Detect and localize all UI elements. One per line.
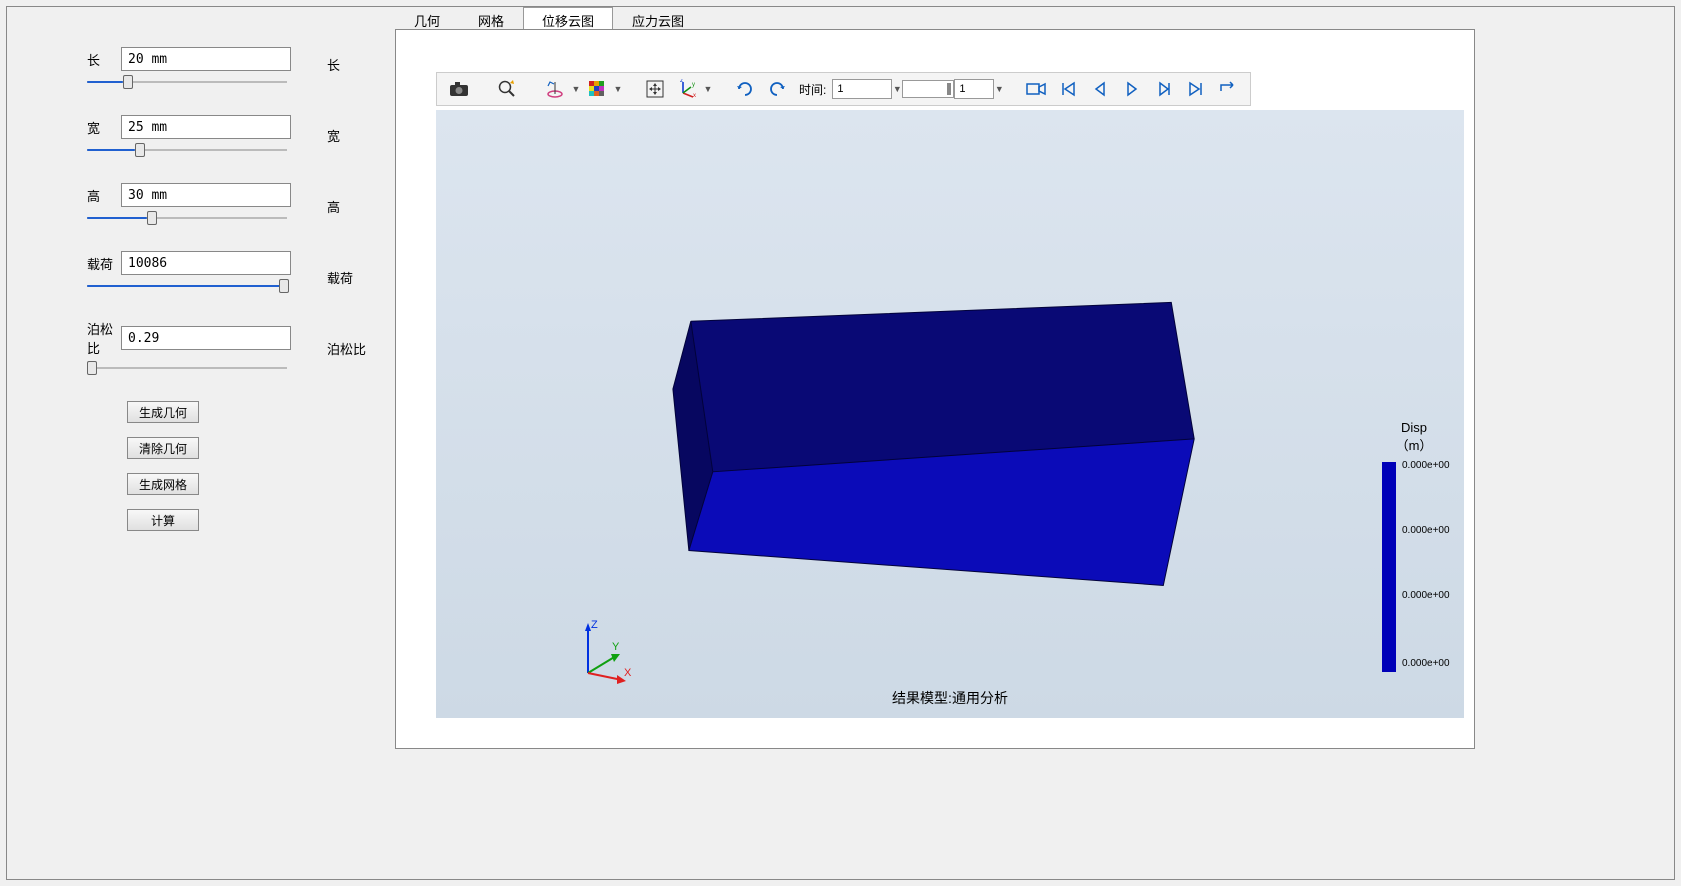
svg-text:X: X: [624, 667, 632, 679]
color-legend: Disp （m） 0.000e+00 0.000e+00 0.000e+00 0…: [1374, 420, 1454, 672]
colormap-icon[interactable]: [583, 75, 611, 103]
step-dropdown-icon[interactable]: ▼: [994, 84, 1004, 94]
step-back-icon[interactable]: [1086, 75, 1114, 103]
axes-triad-icon[interactable]: z yx: [673, 75, 701, 103]
param-label-width: 宽: [87, 118, 121, 137]
right-label-height: 高: [327, 197, 367, 216]
colormap-dropdown-icon[interactable]: ▼: [613, 84, 623, 94]
step-forward-icon[interactable]: [1150, 75, 1178, 103]
viewport-frame: ▼ ▼ zyx ▼ 时间: [395, 29, 1475, 749]
axes-dropdown-icon[interactable]: ▼: [703, 84, 713, 94]
compute-button[interactable]: 计算: [127, 509, 199, 531]
load-input[interactable]: [121, 251, 291, 275]
right-label-length: 长: [327, 55, 367, 74]
probe-dropdown-icon[interactable]: ▼: [571, 84, 581, 94]
3d-viewport[interactable]: Z Y X 结果模型:通用分析: [436, 110, 1464, 718]
legend-tick-1: 0.000e+00: [1402, 525, 1450, 536]
length-input[interactable]: [121, 47, 291, 71]
action-buttons: 生成几何 清除几何 生成网格 计算: [127, 401, 387, 531]
rotate-ccw-icon[interactable]: [763, 75, 791, 103]
step-input[interactable]: [954, 79, 994, 99]
main-window: 长 宽 高 载荷 泊松比: [6, 6, 1675, 880]
rotate-cw-icon[interactable]: [731, 75, 759, 103]
svg-text:y: y: [692, 82, 695, 88]
zoom-icon[interactable]: [493, 75, 521, 103]
legend-title-2: （m）: [1374, 435, 1454, 454]
right-label-width: 宽: [327, 126, 367, 145]
height-input[interactable]: [121, 183, 291, 207]
legend-tick-3: 0.000e+00: [1402, 658, 1450, 669]
viewport-toolbar: ▼ ▼ zyx ▼ 时间: [436, 72, 1251, 106]
param-label-height: 高: [87, 186, 121, 205]
generate-mesh-button[interactable]: 生成网格: [127, 473, 199, 495]
param-label-load: 载荷: [87, 254, 121, 273]
probe-icon[interactable]: [541, 75, 569, 103]
legend-tick-2: 0.000e+00: [1402, 590, 1450, 601]
generate-geometry-button[interactable]: 生成几何: [127, 401, 199, 423]
poisson-input[interactable]: [121, 326, 291, 350]
svg-text:z: z: [680, 79, 683, 84]
width-input[interactable]: [121, 115, 291, 139]
right-label-poisson: 泊松比: [327, 339, 367, 358]
svg-text:x: x: [693, 93, 696, 99]
right-label-load: 载荷: [327, 268, 367, 287]
skip-end-icon[interactable]: [1182, 75, 1210, 103]
legend-tick-0: 0.000e+00: [1402, 460, 1450, 471]
param-label-poisson: 泊松比: [87, 319, 121, 357]
time-dropdown-icon[interactable]: ▼: [892, 84, 902, 94]
param-right-labels: 长 宽 高 载荷 泊松比: [327, 55, 367, 410]
play-icon[interactable]: [1118, 75, 1146, 103]
time-select[interactable]: [832, 79, 892, 99]
fit-view-icon[interactable]: [641, 75, 669, 103]
svg-text:Y: Y: [612, 641, 620, 653]
legend-bar: [1382, 462, 1396, 672]
skip-start-icon[interactable]: [1054, 75, 1082, 103]
svg-text:Z: Z: [591, 619, 598, 631]
axis-triad: Z Y X: [576, 618, 636, 678]
time-label: 时间:: [793, 81, 832, 98]
model-label: 结果模型:通用分析: [892, 688, 1008, 708]
param-label-length: 长: [87, 50, 121, 69]
legend-title-1: Disp: [1374, 420, 1454, 435]
camera-icon[interactable]: [445, 75, 473, 103]
clear-geometry-button[interactable]: 清除几何: [127, 437, 199, 459]
record-icon[interactable]: [1022, 75, 1050, 103]
time-slider[interactable]: [902, 80, 954, 98]
loop-icon[interactable]: [1214, 75, 1242, 103]
